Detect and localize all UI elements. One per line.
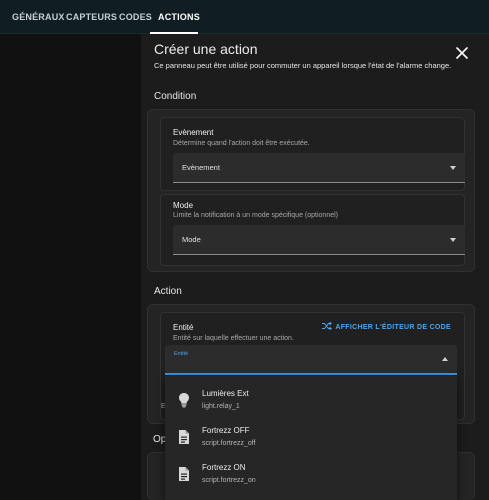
mode-select[interactable]: Mode xyxy=(173,225,465,255)
condition-card: Evènement Détermine quand l'action doit … xyxy=(147,109,475,272)
tab-capteurs[interactable]: CAPTEURS xyxy=(66,0,117,34)
dropdown-item-fortrezz-off[interactable]: Fortrezz OFF script.fortrezz_off xyxy=(165,419,457,456)
chevron-up-icon[interactable] xyxy=(442,357,448,361)
entity-hint: Entité sur laquelle effectuer une action… xyxy=(173,335,294,342)
action-section-title: Action xyxy=(154,286,182,297)
script-file-icon xyxy=(179,467,189,481)
dropdown-item-subtitle: script.fortrezz_off xyxy=(202,440,256,447)
show-code-editor-button[interactable]: AFFICHER L'ÉDITEUR DE CODE xyxy=(322,321,451,331)
dropdown-item-subtitle: script.fortrezz_on xyxy=(202,477,256,484)
mode-select-value: Mode xyxy=(182,235,201,244)
tab-generaux[interactable]: GÉNÉRAUX xyxy=(12,0,65,34)
mode-label: Mode xyxy=(173,201,194,210)
script-file-icon xyxy=(179,430,189,444)
tab-codes[interactable]: CODES xyxy=(119,0,152,34)
dropdown-item-title: Fortrezz OFF xyxy=(202,426,250,435)
dropdown-item-subtitle: light.relay_1 xyxy=(202,403,240,410)
top-tab-bar: GÉNÉRAUX CAPTEURS CODES ACTIONS xyxy=(0,0,489,34)
entity-input[interactable]: Entité xyxy=(165,345,457,375)
event-label: Evènement xyxy=(173,128,214,137)
condition-section-title: Condition xyxy=(154,91,197,102)
tab-actions[interactable]: ACTIONS xyxy=(158,0,200,34)
lightbulb-icon xyxy=(179,393,189,408)
entity-dropdown: Lumières Ext light.relay_1 Fortrezz OFF … xyxy=(165,376,457,500)
entity-input-label: Entité xyxy=(174,351,189,357)
dialog-description: Ce panneau peut être utilisé pour commut… xyxy=(154,61,452,70)
event-field-group: Evènement Détermine quand l'action doit … xyxy=(160,117,465,191)
dialog-title: Créer une action xyxy=(154,41,258,57)
close-button[interactable] xyxy=(454,45,470,61)
chevron-down-icon xyxy=(450,238,456,242)
dropdown-item-lumieres-ext[interactable]: Lumières Ext light.relay_1 xyxy=(165,382,457,419)
dropdown-item-title: Lumières Ext xyxy=(202,389,249,398)
create-action-dialog: Créer une action Ce panneau peut être ut… xyxy=(141,34,489,500)
event-hint: Détermine quand l'action doit être exécu… xyxy=(173,140,310,147)
chevron-down-icon xyxy=(450,166,456,170)
event-select[interactable]: Evènement xyxy=(173,153,465,183)
entity-label: Entité xyxy=(173,323,194,332)
close-icon xyxy=(456,47,468,59)
event-select-value: Evènement xyxy=(182,163,220,172)
dropdown-item-title: Fortrezz ON xyxy=(202,463,246,472)
show-code-editor-label: AFFICHER L'ÉDITEUR DE CODE xyxy=(335,324,451,331)
mode-field-group: Mode Limite la notification à un mode sp… xyxy=(160,194,465,266)
shuffle-icon xyxy=(322,321,333,331)
dropdown-item-fortrezz-on[interactable]: Fortrezz ON script.fortrezz_on xyxy=(165,456,457,493)
mode-hint: Limite la notification à un mode spécifi… xyxy=(173,212,338,219)
